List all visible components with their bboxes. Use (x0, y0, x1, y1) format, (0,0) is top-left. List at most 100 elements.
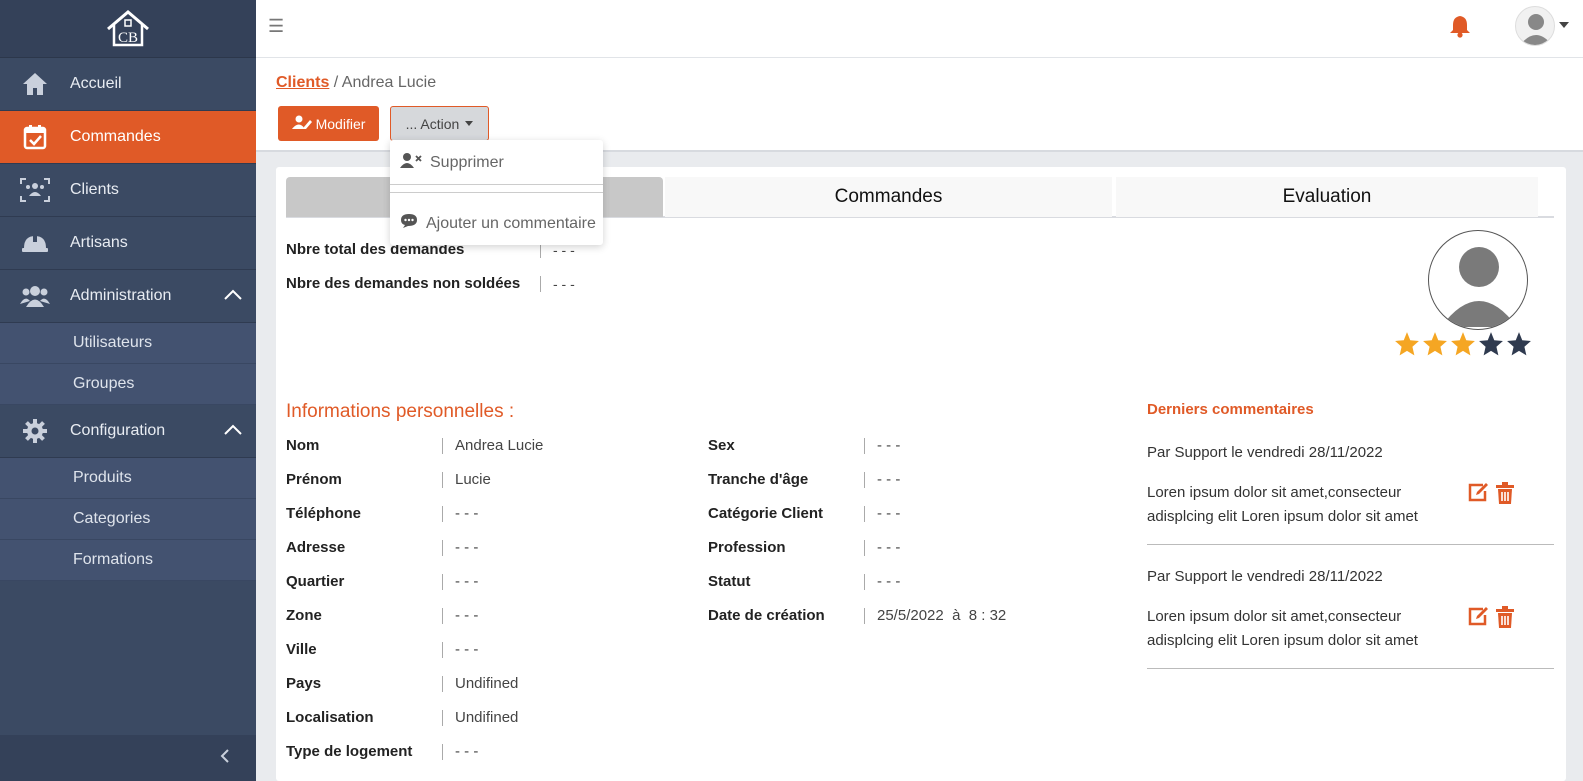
info-value-nom: Andrea Lucie (442, 438, 543, 454)
action-label: ... Action (405, 115, 460, 132)
calendar-check-icon (0, 124, 70, 150)
hard-hat-icon (0, 231, 70, 255)
info-value-ville: - - - (442, 642, 478, 658)
dropdown-item-label: Supprimer (430, 153, 504, 171)
modifier-button[interactable]: Modifier (278, 106, 379, 141)
dropdown-divider (390, 192, 603, 193)
page-header: Clients / Andrea Lucie Modifier ... Acti… (256, 58, 1583, 152)
info-value-profession: - - - (864, 540, 900, 556)
info-label-nom: Nom (286, 437, 320, 454)
info-value-zone: - - - (442, 608, 478, 624)
comment-header: Par Support le vendredi 28/11/2022 (1147, 444, 1383, 461)
comment-actions (1467, 606, 1515, 633)
info-value-prenom: Lucie (442, 472, 491, 488)
info-value-statut: - - - (864, 574, 900, 590)
sidebar-item-label: Configuration (70, 422, 166, 439)
sidebar-item-label: Administration (70, 287, 172, 304)
info-label-statut: Statut (708, 573, 751, 590)
dropdown-item-ajouter-commentaire[interactable]: Ajouter un commentaire (400, 213, 613, 234)
info-label-localisation: Localisation (286, 709, 374, 726)
gear-icon (0, 418, 70, 444)
tab-evaluation[interactable]: Evaluation (1116, 177, 1538, 217)
sidebar-item-label: Clients (70, 181, 119, 198)
info-label-telephone: Téléphone (286, 505, 362, 522)
stat-label: Nbre des demandes non soldées (286, 275, 521, 292)
hamburger-menu-icon[interactable]: ☰ (268, 16, 284, 37)
star-empty-icon (1507, 332, 1531, 356)
star-empty-icon (1479, 332, 1503, 356)
caret-down-icon[interactable] (1559, 22, 1569, 28)
sidebar-item-label: Commandes (70, 128, 161, 145)
svg-text:CB: CB (118, 30, 138, 46)
home-icon (0, 71, 70, 97)
topbar: ☰ (256, 0, 1583, 58)
star-rating (1394, 331, 1532, 357)
info-value-pays: Undifined (442, 676, 518, 692)
sidebar-subitem-formations[interactable]: Formations (0, 540, 256, 581)
edit-icon[interactable] (1467, 606, 1489, 633)
info-label-adresse: Adresse (286, 539, 346, 556)
sidebar-item-artisans[interactable]: Artisans (0, 217, 256, 270)
client-card: Commandes Evaluation Nbre total des dema… (276, 167, 1566, 781)
comment-body: Loren ipsum dolor sit amet,consecteur ad… (1147, 608, 1418, 649)
sidebar-item-accueil[interactable]: Accueil (0, 58, 256, 111)
info-value-type-logement: - - - (442, 744, 478, 760)
breadcrumb-separator: / (329, 74, 342, 91)
star-filled-icon (1423, 332, 1447, 356)
trash-icon[interactable] (1495, 482, 1515, 509)
user-avatar[interactable] (1515, 6, 1555, 46)
comment-header: Par Support le vendredi 28/11/2022 (1147, 568, 1383, 585)
dropdown-item-supprimer[interactable]: Supprimer (400, 152, 613, 173)
info-label-quartier: Quartier (286, 573, 345, 590)
dropdown-item-label: Ajouter un commentaire (426, 214, 596, 232)
comment-divider (1147, 544, 1554, 545)
user-remove-icon (400, 152, 422, 173)
info-value-quartier: - - - (442, 574, 478, 590)
sidebar-item-commandes[interactable]: Commandes (0, 111, 256, 164)
sidebar-subitem-categories[interactable]: Categories (0, 499, 256, 540)
user-edit-icon (291, 115, 312, 132)
trash-icon[interactable] (1495, 606, 1515, 633)
comments-title: Derniers commentaires (1147, 401, 1314, 418)
info-label-tranche-age: Tranche d'âge (708, 471, 809, 488)
logo[interactable]: CB (0, 0, 256, 58)
action-dropdown-menu: Supprimer Ajouter un commentaire (390, 140, 603, 245)
sidebar-subitem-produits[interactable]: Produits (0, 458, 256, 499)
info-value-sex: - - - (864, 438, 900, 454)
action-dropdown-button[interactable]: ... Action (390, 106, 489, 141)
breadcrumb-link-clients[interactable]: Clients (276, 74, 329, 91)
sidebar: CB Accueil Commandes Clients Artisans Ad… (0, 0, 256, 781)
users-scan-icon (0, 177, 70, 203)
bell-icon[interactable] (1449, 14, 1471, 43)
info-value-adresse: - - - (442, 540, 478, 556)
info-label-sex: Sex (708, 437, 735, 454)
info-label-type-logement: Type de logement (286, 743, 413, 760)
modifier-label: Modifier (315, 115, 366, 132)
info-label-prenom: Prénom (286, 471, 342, 488)
info-label-categorie-client: Catégorie Client (708, 505, 824, 522)
breadcrumb: Clients / Andrea Lucie (276, 74, 436, 92)
info-label-zone: Zone (286, 607, 322, 624)
sidebar-subitem-groupes[interactable]: Groupes (0, 364, 256, 405)
star-filled-icon (1395, 332, 1419, 356)
comment-actions (1467, 482, 1515, 509)
chevron-up-icon[interactable] (224, 423, 242, 441)
info-value-tranche-age: - - - (864, 472, 900, 488)
comment-divider (1147, 668, 1554, 669)
sidebar-subitem-utilisateurs[interactable]: Utilisateurs (0, 323, 256, 364)
info-value-date-creation: 25/5/2022 à 8 : 32 (864, 608, 1006, 624)
client-avatar (1428, 230, 1528, 330)
edit-icon[interactable] (1467, 482, 1489, 509)
tab-commandes[interactable]: Commandes (665, 177, 1112, 217)
chevron-up-icon[interactable] (224, 288, 242, 306)
info-value-telephone: - - - (442, 506, 478, 522)
sidebar-item-administration[interactable]: Administration (0, 270, 256, 323)
sidebar-item-configuration[interactable]: Configuration (0, 405, 256, 458)
sidebar-item-clients[interactable]: Clients (0, 164, 256, 217)
house-logo-icon: CB (107, 9, 149, 46)
sidebar-item-label: Artisans (70, 234, 128, 251)
chevron-left-icon[interactable] (220, 748, 230, 769)
info-label-ville: Ville (286, 641, 317, 658)
comment-body: Loren ipsum dolor sit amet,consecteur ad… (1147, 484, 1418, 525)
breadcrumb-current: Andrea Lucie (341, 74, 437, 91)
